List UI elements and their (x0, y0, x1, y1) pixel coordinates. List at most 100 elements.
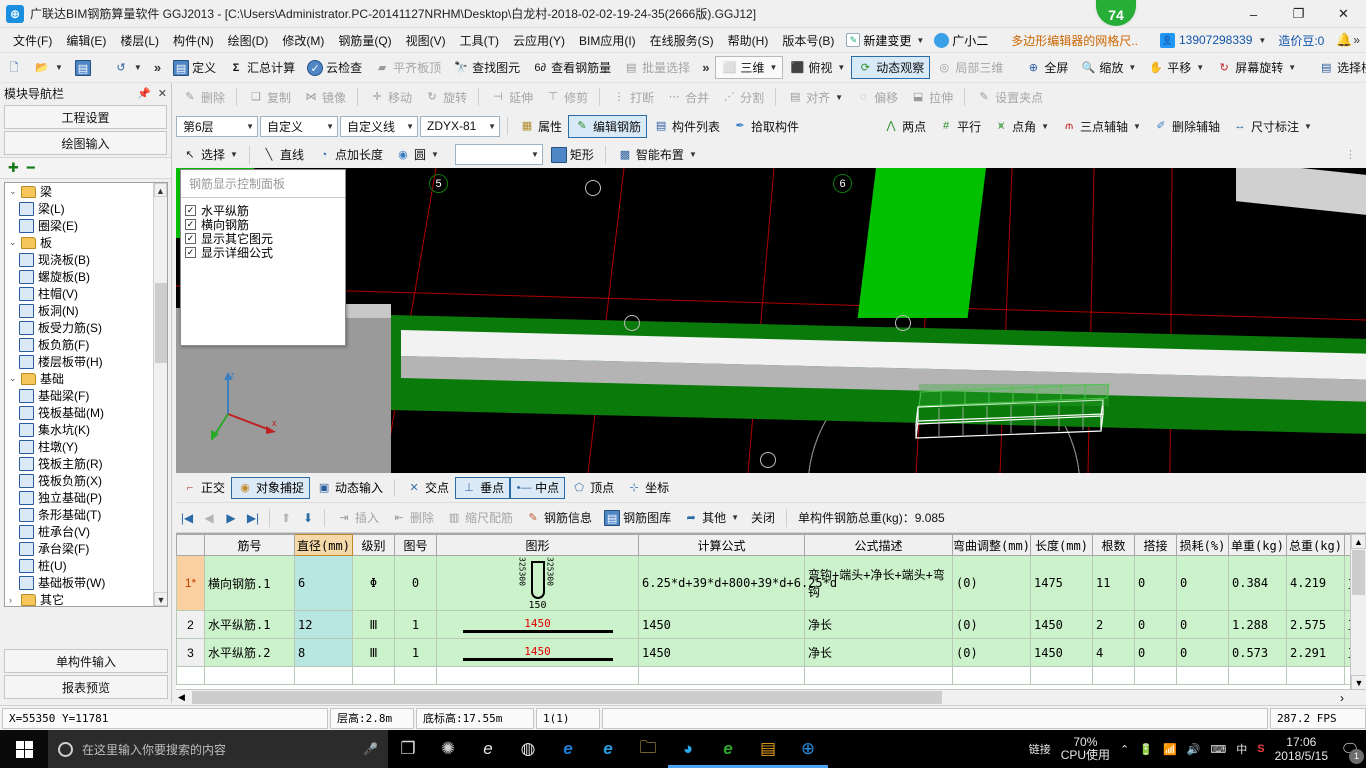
empty-cell[interactable] (1031, 667, 1093, 685)
table-scroll-up-icon[interactable]: ▲ (1351, 534, 1366, 549)
cell-figure[interactable]: 325300325300150 (437, 556, 639, 611)
snap-vertex-button[interactable]: ⬠顶点 (565, 477, 620, 499)
tree-item-1[interactable]: 梁(L) (5, 200, 155, 217)
tree-scroll-down-icon[interactable]: ▼ (154, 592, 168, 606)
cell-loss[interactable]: 0 (1177, 611, 1229, 639)
app-pinwheel[interactable]: ✺ (428, 730, 468, 768)
empty-cell[interactable] (1177, 667, 1229, 685)
mirror-button[interactable]: ⋈镜像 (297, 86, 352, 109)
screen-rotate-button[interactable]: ↻屏幕旋转▼ (1210, 56, 1302, 79)
new-change-button[interactable]: ✎ 新建变更 ▼ (841, 30, 929, 51)
tree-scroll-thumb[interactable] (155, 283, 167, 363)
menu-modify[interactable]: 修改(M) (275, 29, 331, 52)
app-file-explorer[interactable]: 🗀 (628, 730, 668, 768)
component-tree[interactable]: ⌄梁梁(L)圈梁(E)⌄板现浇板(B)螺旋板(B)柱帽(V)板洞(N)板受力筋(… (4, 182, 168, 607)
menu-edit[interactable]: 编辑(E) (59, 29, 113, 52)
table-hscroll-thumb[interactable] (192, 691, 942, 704)
tree-item-19[interactable]: 条形基础(T) (5, 506, 155, 523)
circle-tool-button[interactable]: ◉圆▼ (389, 143, 445, 166)
undo-button[interactable]: ↺▼ (107, 56, 148, 79)
checkbox-show-detail-formula[interactable]: ✓ (185, 247, 196, 258)
tree-item-15[interactable]: 柱墩(Y) (5, 438, 155, 455)
tree-item-14[interactable]: 集水坑(K) (5, 421, 155, 438)
cell-totalw[interactable]: 4.219 (1287, 556, 1345, 611)
rotate-button[interactable]: ↻旋转 (418, 86, 473, 109)
pick-component-button[interactable]: ✒拾取构件 (726, 115, 805, 138)
cell-length[interactable]: 1475 (1031, 556, 1093, 611)
empty-cell[interactable] (437, 667, 639, 685)
cell-lap[interactable]: 0 (1135, 556, 1177, 611)
toolbar1-overflow-icon[interactable]: » (696, 60, 715, 75)
cell-name[interactable]: 水平纵筋.1 (205, 611, 295, 639)
insert-row-button[interactable]: ⇥插入 (330, 506, 385, 529)
app-green-browser[interactable]: e (708, 730, 748, 768)
snap-ortho-button[interactable]: ⌐正交 (176, 477, 231, 499)
chevron-up-icon[interactable]: ⌃ (1120, 743, 1129, 756)
delete-row-button[interactable]: ⇤删除 (385, 506, 440, 529)
tree-item-11[interactable]: ⌄基础 (5, 370, 155, 387)
other-button[interactable]: ➦其他▼ (677, 506, 745, 529)
cell-name[interactable]: 水平纵筋.2 (205, 639, 295, 667)
new-file-button[interactable]: 🗋 (0, 56, 28, 79)
row-number-cell[interactable]: 2 (177, 611, 205, 639)
offset-button[interactable]: ◌偏移 (849, 86, 904, 109)
orbit-button[interactable]: ⟳动态观察 (851, 56, 930, 79)
rebar-info-button[interactable]: ✎钢筋信息 (519, 506, 598, 529)
component-name-select[interactable]: ZDYX-81 ▼ (420, 116, 500, 137)
task-view-icon[interactable]: ❐ (388, 730, 428, 768)
cell-unitw[interactable]: 0.384 (1229, 556, 1287, 611)
table-empty-row[interactable] (177, 667, 1366, 685)
move-up-icon[interactable]: ⬆ (275, 511, 297, 525)
menu-version[interactable]: 版本号(B) (775, 29, 841, 52)
row-number-cell[interactable]: 3 (177, 639, 205, 667)
open-chevron-down-icon[interactable]: ▼ (55, 63, 63, 72)
find-element-button[interactable]: 🔭查找图元 (447, 56, 526, 79)
cell-formula[interactable]: 6.25*d+39*d+800+39*d+6.25*d (639, 556, 805, 611)
checkbox-show-other-elements[interactable]: ✓ (185, 233, 196, 244)
three-point-chevron-down-icon[interactable]: ▼ (1133, 122, 1141, 131)
tree-scrollbar[interactable]: ▲ ▼ (153, 183, 167, 606)
tree-item-6[interactable]: 柱帽(V) (5, 285, 155, 302)
cell-count[interactable]: 2 (1093, 611, 1135, 639)
snap-intersection-button[interactable]: ✕交点 (400, 477, 455, 499)
rebar-display-control-panel[interactable]: 钢筋显示控制面板 ✓ 水平纵筋 ✓ 横向钢筋 ✓ 显示其它图元 ✓ 显示详细公式 (180, 169, 346, 346)
notification-badge[interactable]: 74 (1094, 0, 1138, 28)
menu-bim-app[interactable]: BIM应用(I) (572, 29, 643, 52)
app-glodon[interactable]: ⊕ (788, 730, 828, 768)
table-vertical-scrollbar[interactable]: ▲ ▼ (1350, 534, 1366, 690)
name-chevron-down-icon[interactable]: ▼ (482, 122, 496, 131)
cell-diameter[interactable]: 12 (295, 611, 353, 639)
pin-icon[interactable]: 📌 (137, 87, 151, 100)
floor-chevron-down-icon[interactable]: ▼ (240, 122, 254, 131)
tree-item-4[interactable]: 现浇板(B) (5, 251, 155, 268)
snap-midpoint-button[interactable]: •—中点 (510, 477, 565, 499)
empty-cell[interactable] (205, 667, 295, 685)
drawing-input-button[interactable]: 绘图输入 (4, 131, 167, 155)
delete-button[interactable]: ✎删除 (176, 86, 231, 109)
empty-cell[interactable] (295, 667, 353, 685)
bell-icon[interactable]: 🔔 (1336, 32, 1352, 48)
tree-item-2[interactable]: 圈梁(E) (5, 217, 155, 234)
chevron-down-icon[interactable]: ⌄ (9, 373, 21, 384)
tree-item-16[interactable]: 筏板主筋(R) (5, 455, 155, 472)
menu-file[interactable]: 文件(F) (6, 29, 59, 52)
line-tool-button[interactable]: ╲直线 (255, 143, 310, 166)
tree-item-8[interactable]: 板受力筋(S) (5, 319, 155, 336)
empty-cell[interactable] (1093, 667, 1135, 685)
volume-icon[interactable]: 🔊 (1187, 743, 1201, 756)
empty-cell[interactable] (1135, 667, 1177, 685)
row-number-cell[interactable]: 1* (177, 556, 205, 611)
ime-indicator[interactable]: 中 (1236, 741, 1247, 757)
axis-bubble-5[interactable]: 5 (429, 174, 448, 193)
table-row[interactable]: 1*横向钢筋.16Φ03253003253001506.25*d+39*d+80… (177, 556, 1366, 611)
summary-calc-button[interactable]: Σ汇总计算 (222, 56, 301, 79)
empty-cell[interactable] (395, 667, 437, 685)
pan-button[interactable]: ✋平移▼ (1142, 56, 1210, 79)
axis-delete-button[interactable]: ✐删除辅轴 (1147, 115, 1226, 138)
app-internet-explorer[interactable]: e (588, 730, 628, 768)
cell-desc[interactable]: 净长 (805, 611, 953, 639)
view-3d-chevron-down-icon[interactable]: ▼ (769, 63, 777, 72)
menu-help[interactable]: 帮助(H) (721, 29, 776, 52)
set-grip-button[interactable]: ✎设置夹点 (970, 86, 1049, 109)
table-horizontal-scrollbar[interactable]: ◀ › (176, 689, 1366, 705)
